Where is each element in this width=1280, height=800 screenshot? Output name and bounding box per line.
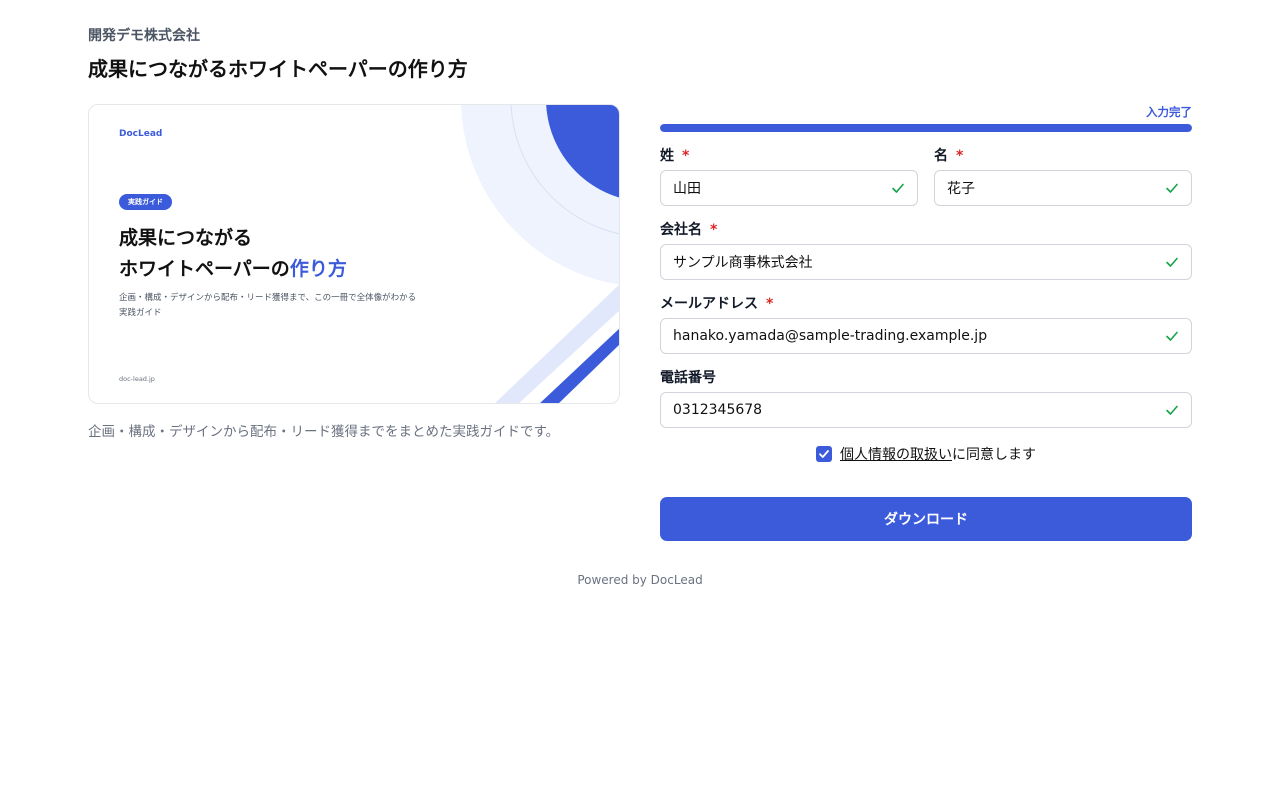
first-name-label: 名 * — [934, 145, 963, 165]
cover-title-line2: ホワイトペーパーの作り方 — [119, 254, 347, 285]
last-name-field[interactable] — [660, 170, 918, 206]
progress-fill — [660, 124, 1192, 132]
check-icon — [1166, 257, 1178, 267]
cover-description: 企画・構成・デザインから配布・リード獲得まで、この一冊で全体像がわかる実践ガイド — [119, 293, 417, 318]
cover-title-highlight: 作り方 — [289, 258, 347, 280]
company-field[interactable] — [660, 244, 1192, 280]
required-mark: * — [766, 296, 774, 312]
company-label: 会社名 * — [660, 219, 717, 239]
page-title: 成果につながるホワイトペーパーの作り方 — [88, 57, 468, 81]
last-name-label-text: 姓 — [660, 148, 674, 164]
cover-badge: 実践ガイド — [119, 194, 172, 210]
phone-input[interactable] — [673, 402, 1159, 418]
phone-label: 電話番号 — [660, 367, 716, 387]
cover-brand-logo: DocLead — [119, 129, 163, 139]
company-label-text: 会社名 — [660, 222, 702, 238]
email-label: メールアドレス * — [660, 293, 773, 313]
phone-label-text: 電話番号 — [660, 370, 716, 386]
company-input[interactable] — [673, 254, 1159, 270]
consent-checkbox[interactable] — [816, 446, 832, 462]
whitepaper-cover: DocLead 実践ガイド 成果につながる ホワイトペーパーの作り方 企画・構成… — [88, 104, 620, 404]
check-icon — [1166, 331, 1178, 341]
phone-field[interactable] — [660, 392, 1192, 428]
check-icon — [1166, 183, 1178, 193]
required-mark: * — [956, 148, 964, 164]
checkmark-icon — [819, 450, 829, 458]
privacy-policy-link[interactable]: 個人情報の取扱い — [840, 444, 952, 464]
cover-title-plain: ホワイトペーパーの — [119, 258, 290, 280]
first-name-input[interactable] — [947, 180, 1159, 196]
email-input[interactable] — [673, 328, 1159, 344]
cover-url: doc-lead.jp — [119, 375, 155, 383]
download-button[interactable]: ダウンロード — [660, 497, 1192, 541]
powered-by: Powered by DocLead — [577, 573, 703, 587]
company-name: 開発デモ株式会社 — [88, 28, 200, 44]
check-icon — [1166, 405, 1178, 415]
required-mark: * — [682, 148, 690, 164]
whitepaper-caption: 企画・構成・デザインから配布・リード獲得までをまとめた実践ガイドです。 — [88, 424, 560, 440]
first-name-field[interactable] — [934, 170, 1192, 206]
consent-text: に同意します — [952, 447, 1036, 463]
cover-title-line1: 成果につながる — [119, 227, 253, 249]
last-name-label: 姓 * — [660, 145, 689, 165]
last-name-input[interactable] — [673, 180, 885, 196]
progress-label: 入力完了 — [1146, 105, 1192, 119]
progress-bar — [660, 124, 1192, 132]
cover-title: 成果につながる ホワイトペーパーの作り方 — [119, 223, 347, 285]
first-name-label-text: 名 — [934, 148, 948, 164]
required-mark: * — [710, 222, 718, 238]
consent-row: 個人情報の取扱い に同意します — [816, 444, 1036, 464]
check-icon — [892, 183, 904, 193]
email-label-text: メールアドレス — [660, 296, 758, 312]
email-field[interactable] — [660, 318, 1192, 354]
